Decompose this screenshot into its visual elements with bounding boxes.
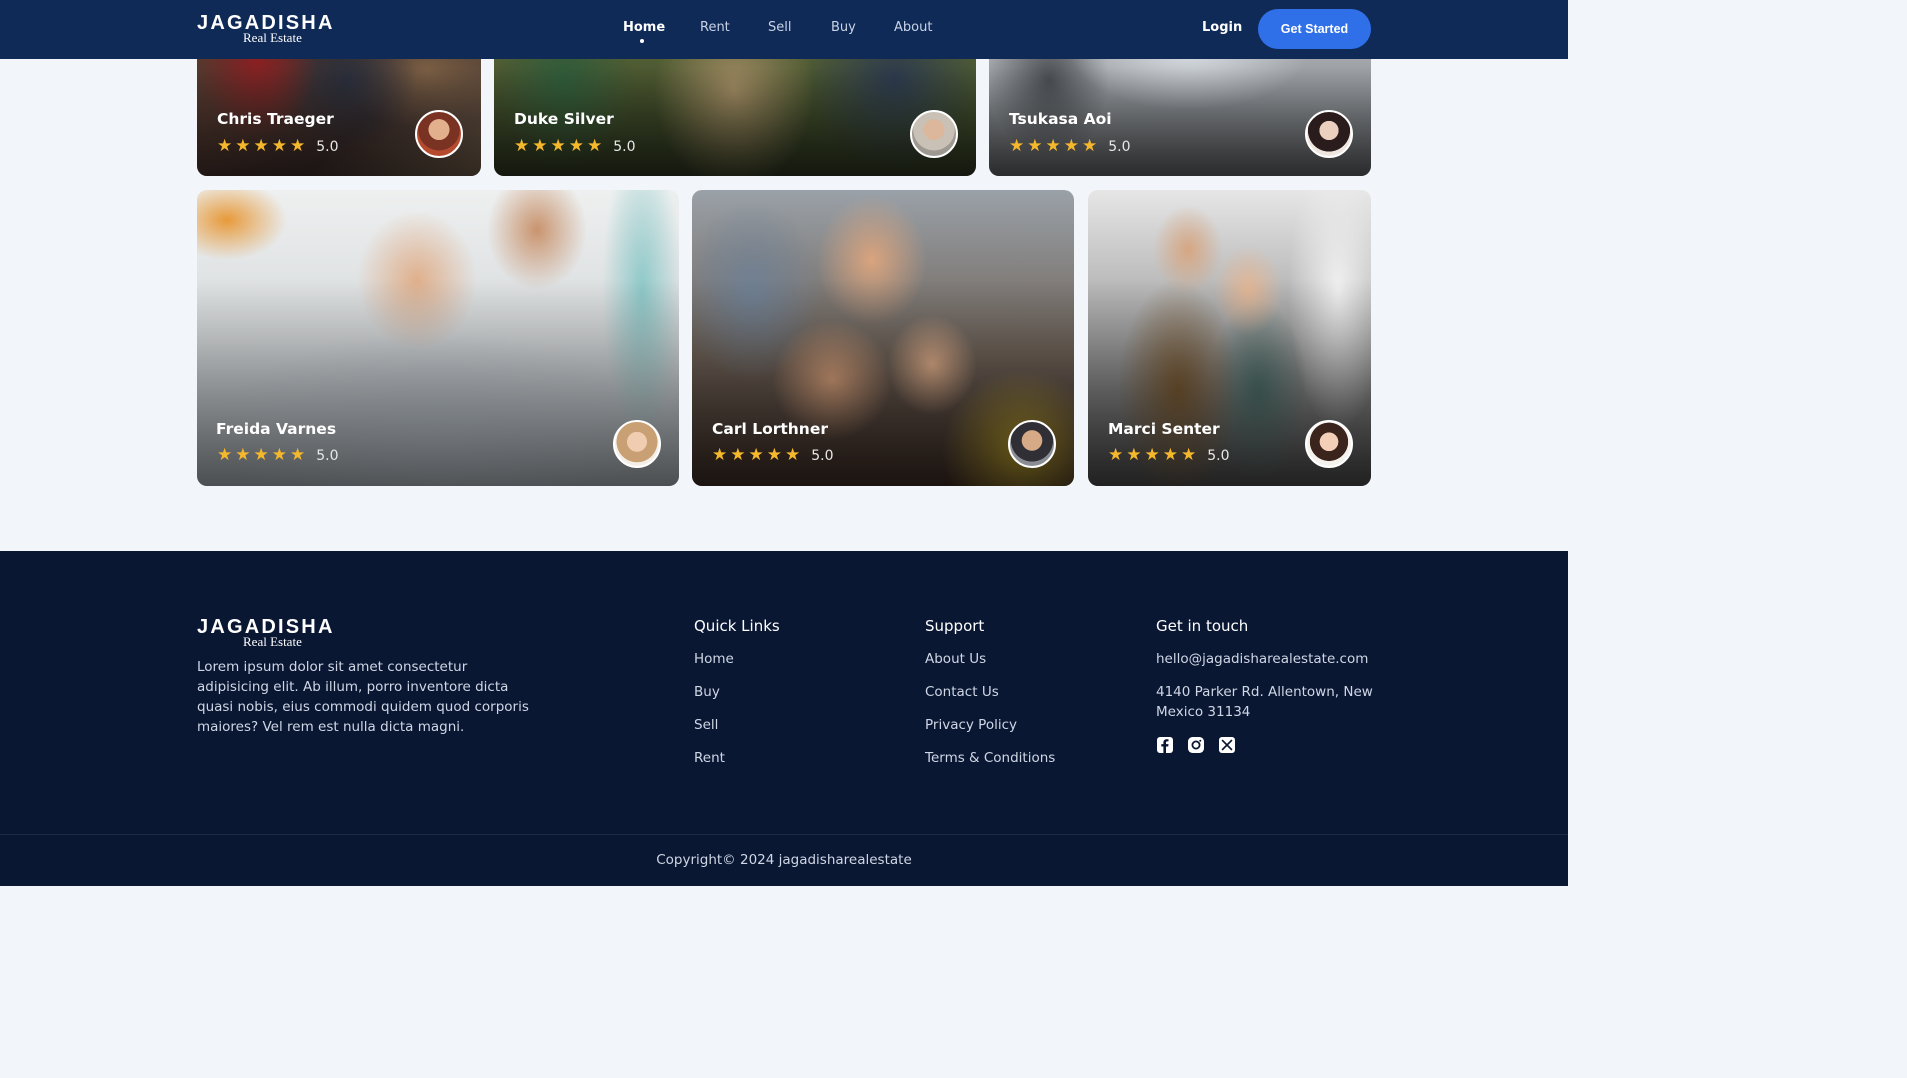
rating-value: 5.0 bbox=[316, 447, 339, 464]
rating-stars: ★ ★ ★ ★ ★ 5.0 bbox=[514, 138, 636, 155]
contact-email[interactable]: hello@jagadisharealestate.com bbox=[1156, 651, 1368, 667]
reviewer-name: Carl Lorthner bbox=[712, 420, 828, 438]
avatar bbox=[1305, 110, 1353, 158]
site-footer: JAGADISHA Real Estate Lorem ipsum dolor … bbox=[0, 551, 1568, 886]
footer-description: Lorem ipsum dolor sit amet consectetur a… bbox=[197, 659, 529, 735]
star-icon: ★ bbox=[1126, 445, 1142, 465]
star-icon: ★ bbox=[766, 445, 782, 465]
get-started-button[interactable]: Get Started bbox=[1258, 9, 1371, 49]
star-icon: ★ bbox=[1162, 445, 1178, 465]
logo[interactable]: JAGADISHA Real Estate bbox=[197, 13, 357, 47]
logo-subtitle: Real Estate bbox=[243, 30, 302, 45]
reviewer-name: Freida Varnes bbox=[216, 420, 337, 438]
star-icon: ★ bbox=[235, 445, 251, 465]
star-icon: ★ bbox=[712, 445, 728, 465]
rating-stars: ★ ★ ★ ★ ★ 5.0 bbox=[1108, 447, 1230, 464]
rating-value: 5.0 bbox=[613, 138, 636, 155]
active-nav-indicator bbox=[640, 39, 644, 43]
nav-home[interactable]: Home bbox=[623, 20, 665, 35]
star-icon: ★ bbox=[253, 445, 269, 465]
rating-value: 5.0 bbox=[1207, 447, 1230, 464]
star-icon: ★ bbox=[290, 136, 306, 156]
reviewer-name: Tsukasa Aoi bbox=[1009, 110, 1112, 128]
reviewer-name: Marci Senter bbox=[1108, 420, 1220, 438]
footer-link-buy[interactable]: Buy bbox=[694, 684, 720, 700]
avatar bbox=[1008, 420, 1056, 468]
nav-rent[interactable]: Rent bbox=[700, 20, 730, 35]
footer-link-about-us[interactable]: About Us bbox=[925, 651, 986, 667]
reviewer-name: Chris Traeger bbox=[217, 110, 334, 128]
get-in-touch-title: Get in touch bbox=[1156, 617, 1249, 635]
footer-link-contact-us[interactable]: Contact Us bbox=[925, 684, 999, 700]
facebook-icon[interactable] bbox=[1156, 736, 1174, 754]
testimonial-card[interactable]: Carl Lorthner ★ ★ ★ ★ ★ 5.0 bbox=[692, 190, 1074, 486]
star-icon: ★ bbox=[1009, 136, 1025, 156]
contact-address: 4140 Parker Rd. Allentown, New Mexico 31… bbox=[1156, 684, 1373, 720]
star-icon: ★ bbox=[514, 136, 530, 156]
star-icon: ★ bbox=[1181, 445, 1197, 465]
avatar bbox=[910, 110, 958, 158]
star-icon: ★ bbox=[253, 136, 269, 156]
rating-stars: ★ ★ ★ ★ ★ 5.0 bbox=[217, 138, 339, 155]
avatar bbox=[415, 110, 463, 158]
star-icon: ★ bbox=[217, 136, 233, 156]
nav-buy[interactable]: Buy bbox=[831, 20, 856, 35]
star-icon: ★ bbox=[532, 136, 548, 156]
footer-logo[interactable]: JAGADISHA Real Estate bbox=[197, 617, 357, 651]
star-icon: ★ bbox=[1082, 136, 1098, 156]
star-icon: ★ bbox=[1045, 136, 1061, 156]
star-icon: ★ bbox=[271, 445, 287, 465]
reviewer-name: Duke Silver bbox=[514, 110, 614, 128]
star-icon: ★ bbox=[1108, 445, 1124, 465]
site-header: JAGADISHA Real Estate Home Rent Sell Buy… bbox=[0, 0, 1568, 59]
nav-sell[interactable]: Sell bbox=[768, 20, 791, 35]
footer-link-sell[interactable]: Sell bbox=[694, 717, 718, 733]
star-icon: ★ bbox=[730, 445, 746, 465]
star-icon: ★ bbox=[748, 445, 764, 465]
star-icon: ★ bbox=[1027, 136, 1043, 156]
star-icon: ★ bbox=[785, 445, 801, 465]
testimonial-card[interactable]: Marci Senter ★ ★ ★ ★ ★ 5.0 bbox=[1088, 190, 1371, 486]
star-icon: ★ bbox=[587, 136, 603, 156]
star-icon: ★ bbox=[568, 136, 584, 156]
avatar bbox=[1305, 420, 1353, 468]
instagram-icon[interactable] bbox=[1187, 736, 1205, 754]
footer-link-terms[interactable]: Terms & Conditions bbox=[925, 750, 1055, 766]
x-icon[interactable] bbox=[1218, 736, 1236, 754]
login-link[interactable]: Login bbox=[1202, 20, 1242, 35]
testimonial-card[interactable]: Freida Varnes ★ ★ ★ ★ ★ 5.0 bbox=[197, 190, 679, 486]
star-icon: ★ bbox=[1144, 445, 1160, 465]
star-icon: ★ bbox=[271, 136, 287, 156]
star-icon: ★ bbox=[1063, 136, 1079, 156]
copyright-text: Copyright© 2024 jagadisharealestate bbox=[656, 852, 912, 868]
quick-links-title: Quick Links bbox=[694, 617, 780, 635]
star-icon: ★ bbox=[235, 136, 251, 156]
star-icon: ★ bbox=[217, 445, 233, 465]
nav-about[interactable]: About bbox=[894, 20, 932, 35]
footer-link-rent[interactable]: Rent bbox=[694, 750, 725, 766]
rating-value: 5.0 bbox=[811, 447, 834, 464]
rating-stars: ★ ★ ★ ★ ★ 5.0 bbox=[217, 447, 339, 464]
rating-value: 5.0 bbox=[1108, 138, 1131, 155]
footer-divider bbox=[0, 834, 1568, 835]
star-icon: ★ bbox=[550, 136, 566, 156]
logo-subtitle: Real Estate bbox=[243, 634, 302, 649]
footer-link-privacy-policy[interactable]: Privacy Policy bbox=[925, 717, 1017, 733]
rating-stars: ★ ★ ★ ★ ★ 5.0 bbox=[1009, 138, 1131, 155]
rating-stars: ★ ★ ★ ★ ★ 5.0 bbox=[712, 447, 834, 464]
avatar bbox=[613, 420, 661, 468]
star-icon: ★ bbox=[290, 445, 306, 465]
rating-value: 5.0 bbox=[316, 138, 339, 155]
support-title: Support bbox=[925, 617, 985, 635]
footer-link-home[interactable]: Home bbox=[694, 651, 734, 667]
